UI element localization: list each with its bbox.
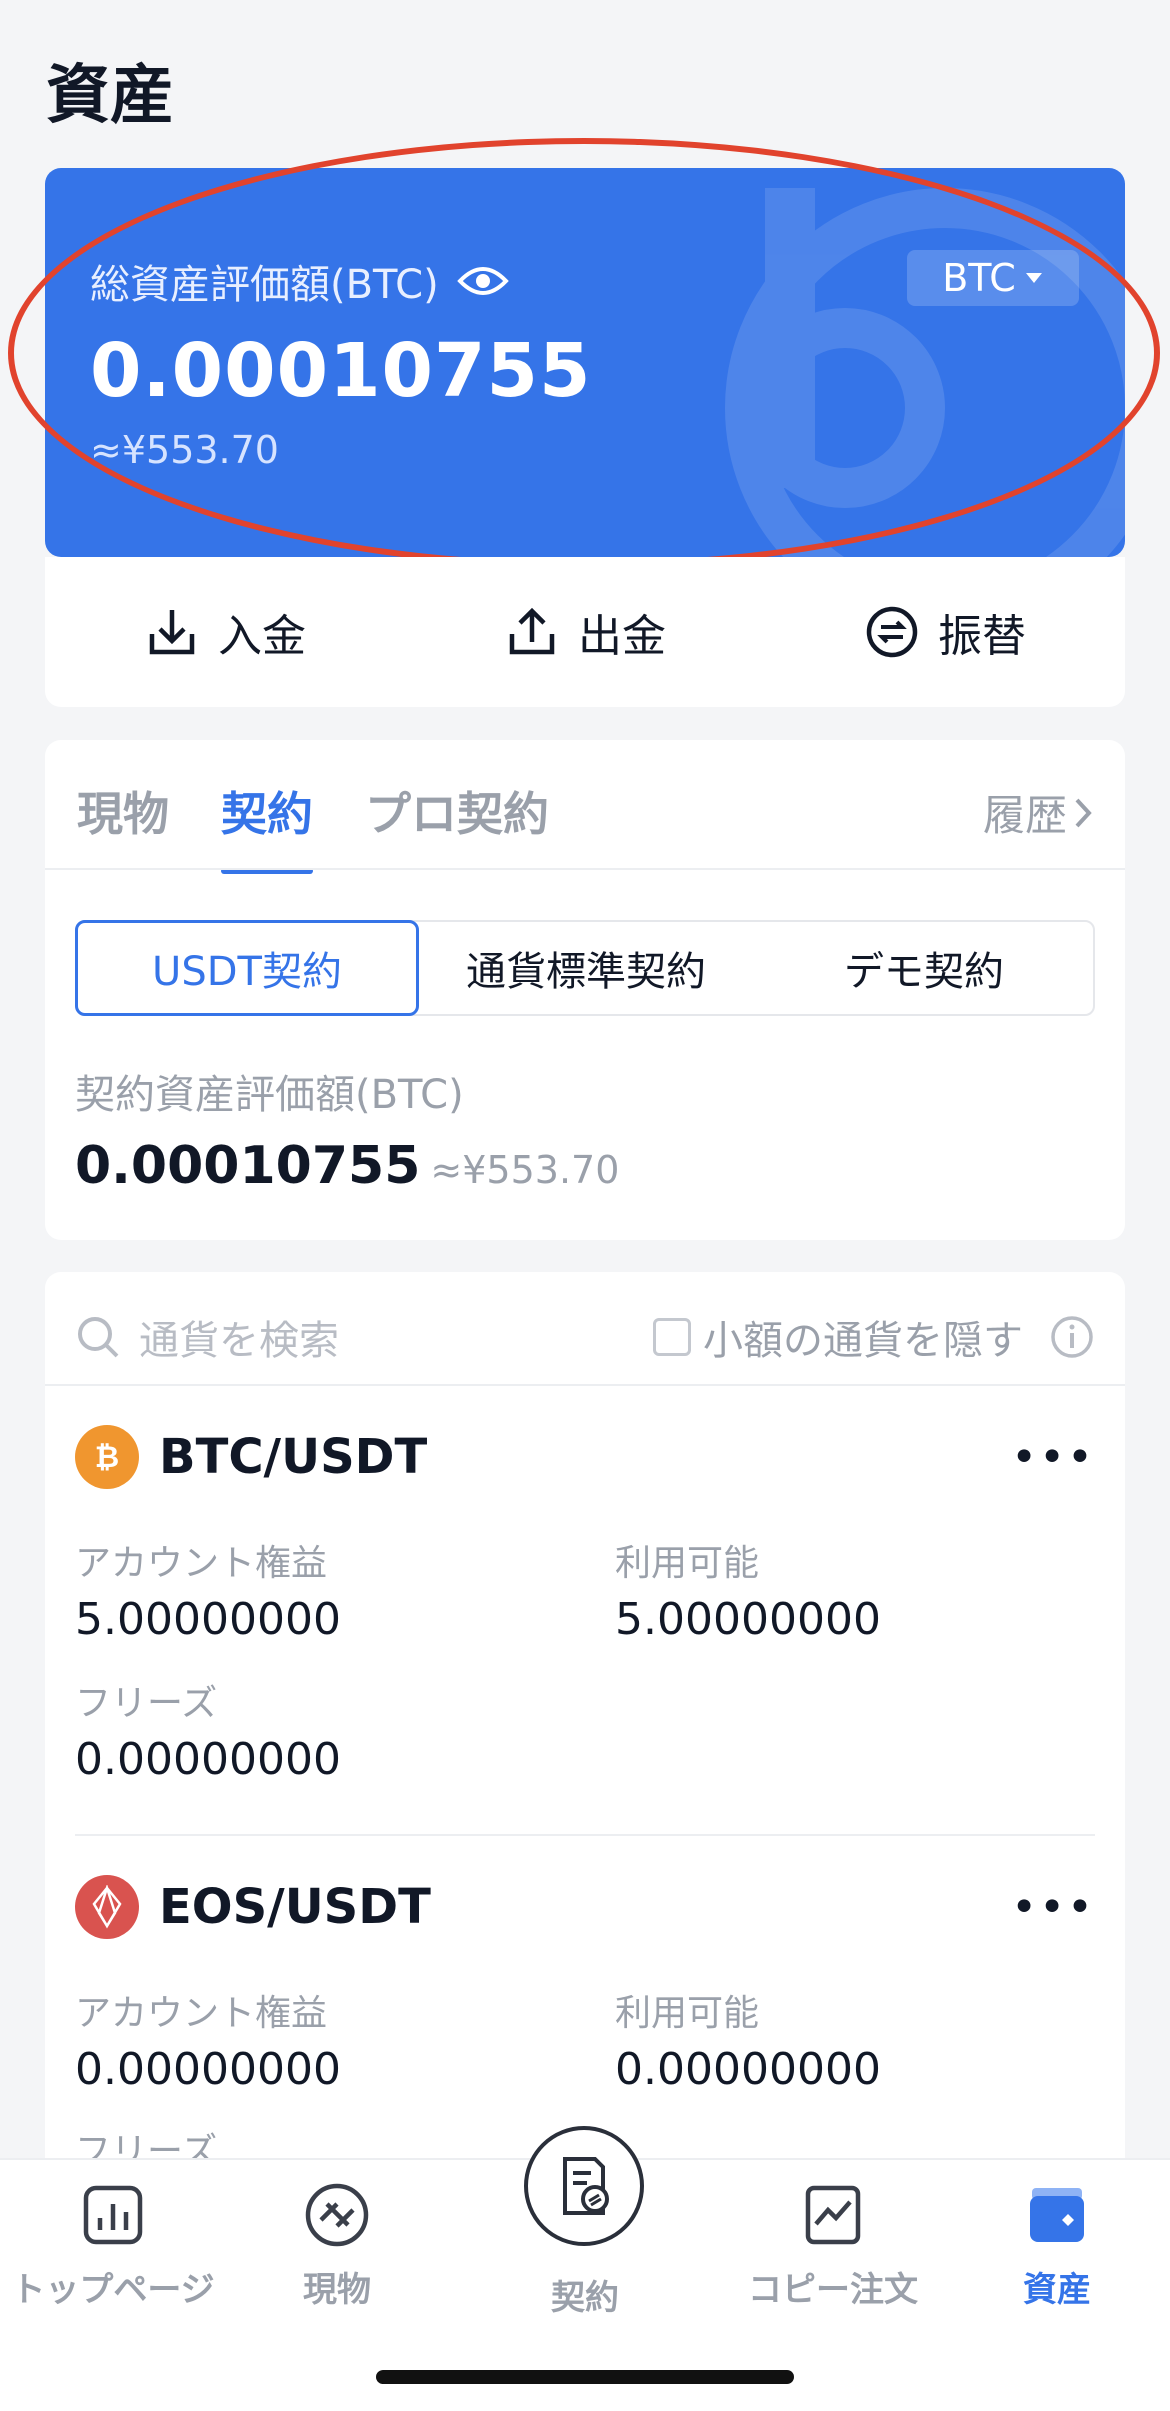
contract-panel: 現物 契約 プロ契約 履歴 USDT契約 通貨標準契約 デモ契約 契約資産評価額… xyxy=(45,740,1125,1240)
eos-icon xyxy=(75,1875,139,1939)
frozen-label: フリーズ xyxy=(75,1683,218,1724)
asset-list-panel: 通貨を検索 小額の通貨を隠す ₿ BTC/USDT ••• アカウント権益 5.… xyxy=(45,1272,1125,2272)
brand-watermark-icon xyxy=(725,188,1125,557)
tab-contract[interactable]: 契約 xyxy=(221,778,313,874)
history-link[interactable]: 履歴 xyxy=(983,782,1093,843)
nav-label-spot: 現物 xyxy=(303,2270,371,2310)
bitcoin-icon: ₿ xyxy=(75,1425,139,1489)
contract-type-selector: USDT契約 通貨標準契約 デモ契約 xyxy=(75,920,1095,1016)
contract-valuation-approx: ≈¥553.70 xyxy=(430,1148,620,1192)
tabs-divider xyxy=(45,868,1125,870)
page-title: 資産 xyxy=(46,59,174,133)
currency-selector[interactable]: BTC xyxy=(907,250,1079,306)
deposit-button[interactable]: 入金 xyxy=(45,600,405,664)
transfer-icon xyxy=(866,606,918,658)
tab-spot[interactable]: 現物 xyxy=(77,778,169,874)
search-icon xyxy=(78,1317,119,1358)
available-value: 5.00000000 xyxy=(615,1594,881,1645)
caret-down-icon xyxy=(1025,273,1042,283)
hide-small-label: 小額の通貨を隠す xyxy=(703,1318,1023,1364)
nav-item-assets[interactable]: 資産 xyxy=(947,2180,1167,2311)
row-divider xyxy=(75,1834,1095,1836)
pair-name: BTC/USDT xyxy=(159,1429,428,1485)
chart-bars-icon xyxy=(83,2185,143,2245)
currency-label: BTC xyxy=(942,256,1016,300)
copy-trade-icon xyxy=(805,2185,861,2245)
pair-name: EOS/USDT xyxy=(159,1879,431,1935)
nav-item-contract[interactable]: 契約 xyxy=(475,2270,695,2319)
equity-value: 0.00000000 xyxy=(75,2044,341,2095)
contract-valuation-value: 0.00010755 xyxy=(75,1136,421,1196)
hide-small-toggle[interactable]: 小額の通貨を隠す xyxy=(653,1308,1095,1366)
more-icon[interactable]: ••• xyxy=(1011,1882,1095,1933)
nav-item-copy-trade[interactable]: コピー注文 xyxy=(723,2180,943,2311)
spot-icon xyxy=(305,2183,369,2247)
segment-coin-contract[interactable]: 通貨標準契約 xyxy=(417,922,755,1014)
wallet-icon xyxy=(1030,2188,1084,2242)
frozen-value: 0.00000000 xyxy=(75,1734,341,1785)
svg-text:₿: ₿ xyxy=(95,1440,119,1475)
deposit-icon xyxy=(149,610,195,655)
nav-label-copy-trade: コピー注文 xyxy=(748,2270,918,2310)
tab-pro-contract[interactable]: プロ契約 xyxy=(365,778,549,874)
withdraw-button[interactable]: 出金 xyxy=(405,600,765,664)
hide-small-checkbox[interactable] xyxy=(653,1318,691,1356)
available-label: 利用可能 xyxy=(615,1993,760,2034)
home-indicator xyxy=(376,2370,794,2384)
total-asset-value: 0.00010755 xyxy=(90,328,592,414)
withdraw-label: 出金 xyxy=(578,611,666,662)
info-icon[interactable] xyxy=(1049,1314,1095,1360)
nav-label-home: トップページ xyxy=(11,2270,215,2310)
equity-value: 5.00000000 xyxy=(75,1594,341,1645)
contract-valuation-label: 契約資産評価額(BTC) xyxy=(75,1072,464,1118)
market-tabs: 現物 契約 プロ契約 xyxy=(77,778,549,874)
eye-icon[interactable] xyxy=(456,261,509,301)
contract-valuation: 0.00010755 ≈¥553.70 xyxy=(75,1136,619,1196)
search-row: 通貨を検索 小額の通貨を隠す xyxy=(75,1302,1095,1372)
withdraw-icon xyxy=(509,607,555,655)
action-row: 入金 出金 振替 xyxy=(45,557,1125,707)
segment-demo-contract[interactable]: デモ契約 xyxy=(755,922,1093,1014)
nav-label-assets: 資産 xyxy=(1023,2270,1091,2310)
equity-stat: アカウント権益 5.00000000 xyxy=(75,1534,341,1645)
available-stat: 利用可能 0.00000000 xyxy=(615,1984,881,2095)
total-asset-approx: ≈¥553.70 xyxy=(90,428,279,472)
more-icon[interactable]: ••• xyxy=(1011,1432,1095,1483)
segment-usdt-contract[interactable]: USDT契約 xyxy=(75,920,419,1016)
nav-label-contract: 契約 xyxy=(551,2278,619,2318)
list-divider xyxy=(45,1384,1125,1386)
equity-label: アカウント権益 xyxy=(75,1993,328,2034)
deposit-label: 入金 xyxy=(218,611,306,662)
total-asset-label: 総資産評価額(BTC) xyxy=(90,262,439,308)
contract-center-button[interactable] xyxy=(524,2126,644,2246)
available-stat: 利用可能 5.00000000 xyxy=(615,1534,881,1645)
frozen-stat: フリーズ 0.00000000 xyxy=(75,1674,341,1785)
total-asset-card: 総資産評価額(BTC) 0.00010755 ≈¥553.70 BTC xyxy=(45,168,1125,557)
contract-icon xyxy=(563,2157,609,2215)
nav-item-spot[interactable]: 現物 xyxy=(227,2180,447,2311)
equity-label: アカウント権益 xyxy=(75,1543,328,1584)
chevron-right-icon xyxy=(1075,798,1092,827)
available-label: 利用可能 xyxy=(615,1543,760,1584)
search-input[interactable]: 通貨を検索 xyxy=(139,1308,339,1366)
equity-stat: アカウント権益 0.00000000 xyxy=(75,1984,341,2095)
nav-item-home[interactable]: トップページ xyxy=(3,2180,223,2311)
list-item[interactable]: ₿ BTC/USDT ••• アカウント権益 5.00000000 利用可能 5… xyxy=(75,1422,1095,1785)
transfer-button[interactable]: 振替 xyxy=(765,600,1125,664)
history-label: 履歴 xyxy=(982,791,1067,840)
transfer-label: 振替 xyxy=(938,611,1026,662)
available-value: 0.00000000 xyxy=(615,2044,881,2095)
